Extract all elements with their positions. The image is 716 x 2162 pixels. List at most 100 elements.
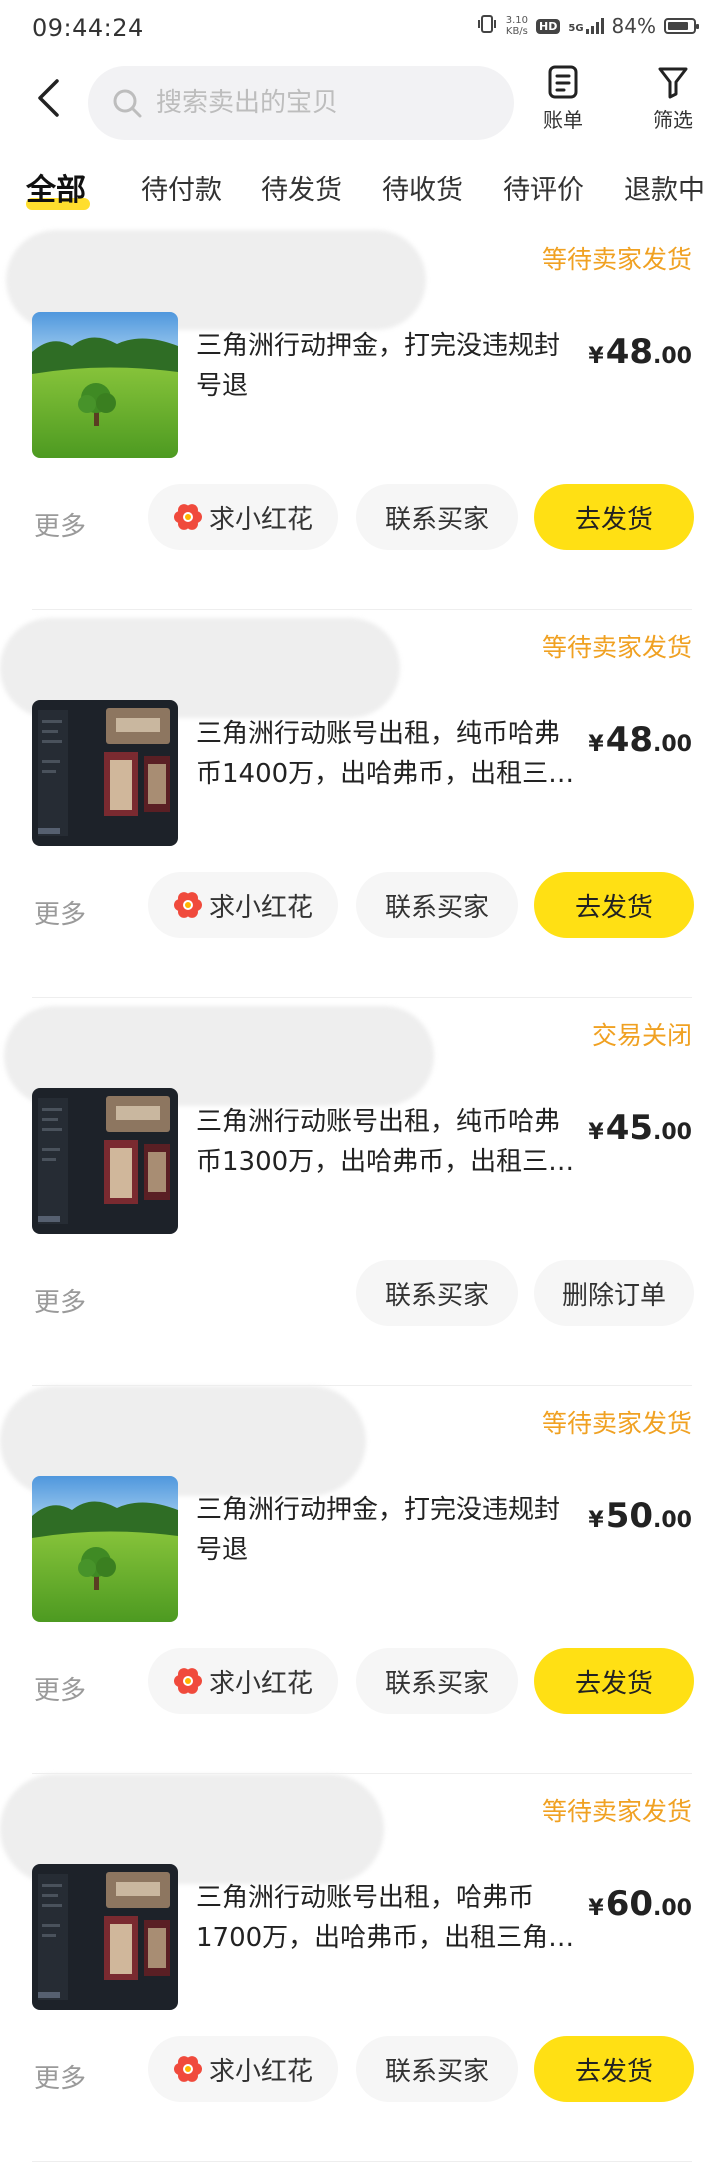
order-card[interactable]: 等待卖家发货 三角洲行动账号出租，哈弗币1700万，出哈弗币，出租三角洲行动账号… xyxy=(0,1774,716,2162)
price-currency: ¥ xyxy=(588,1120,604,1145)
net-speed: 3.10 KB/s xyxy=(506,15,528,37)
price-currency: ¥ xyxy=(588,1508,604,1533)
red-flower-icon xyxy=(173,1666,203,1696)
price-currency: ¥ xyxy=(588,1896,604,1921)
ship-button[interactable]: 去发货 xyxy=(534,484,694,550)
bill-label: 账单 xyxy=(543,108,583,132)
more-link[interactable]: 更多 xyxy=(34,506,86,543)
ask-red-flower-label: 求小红花 xyxy=(208,1668,313,1699)
hd-badge: HD xyxy=(536,18,561,34)
more-link[interactable]: 更多 xyxy=(34,1282,86,1319)
tab-all[interactable]: 全部 xyxy=(26,165,86,209)
battery-icon xyxy=(664,18,699,34)
price-decimal: .00 xyxy=(653,1896,692,1921)
contact-buyer-button[interactable]: 联系买家 xyxy=(356,872,518,938)
red-flower-icon xyxy=(173,890,203,920)
order-status: 等待卖家发货 xyxy=(541,1797,692,1826)
order-status: 等待卖家发货 xyxy=(541,633,692,662)
net-speed-value: 3.10 xyxy=(505,15,529,26)
item-price: ¥ 48 .00 xyxy=(588,720,692,760)
item-price: ¥ 60 .00 xyxy=(588,1884,692,1924)
price-decimal: .00 xyxy=(653,1120,692,1145)
status-icons: 3.10 KB/s HD 5G 84% xyxy=(476,14,699,38)
contact-buyer-button[interactable]: 联系买家 xyxy=(356,1260,518,1326)
order-tabs: 全部 待付款 待发货 待收货 待评价 退款中 xyxy=(0,160,716,216)
price-integer: 45 xyxy=(605,1108,654,1148)
price-integer: 60 xyxy=(605,1884,654,1924)
bill-icon xyxy=(548,65,578,99)
contact-buyer-button[interactable]: 联系买家 xyxy=(356,2036,518,2102)
network-type: 5G xyxy=(568,23,584,34)
battery-fill xyxy=(668,22,689,30)
price-integer: 48 xyxy=(605,332,654,372)
vibrate-icon xyxy=(476,14,498,38)
tab-refunding[interactable]: 退款中 xyxy=(624,168,705,207)
filter-button[interactable]: 筛选 xyxy=(638,64,708,133)
ship-button[interactable]: 去发货 xyxy=(534,872,694,938)
ask-red-flower-button[interactable]: 求小红花 xyxy=(148,2036,338,2102)
order-status: 交易关闭 xyxy=(591,1021,692,1050)
price-currency: ¥ xyxy=(588,732,604,757)
tab-pending-review[interactable]: 待评价 xyxy=(503,168,584,207)
ship-button[interactable]: 去发货 xyxy=(534,2036,694,2102)
item-price: ¥ 48 .00 xyxy=(588,332,692,372)
contact-buyer-button[interactable]: 联系买家 xyxy=(356,484,518,550)
price-integer: 50 xyxy=(605,1496,654,1536)
item-thumbnail[interactable] xyxy=(32,1864,178,2010)
item-title[interactable]: 三角洲行动账号出租，纯币哈弗币1400万，出哈弗币，出租三角洲行动账号 xyxy=(196,714,576,794)
header: 账单 筛选 xyxy=(0,58,716,150)
item-thumbnail[interactable] xyxy=(32,312,178,458)
price-decimal: .00 xyxy=(653,732,692,757)
item-thumbnail[interactable] xyxy=(32,700,178,846)
delete-order-button[interactable]: 删除订单 xyxy=(534,1260,694,1326)
tab-pending-shipment[interactable]: 待发货 xyxy=(261,168,342,207)
back-button[interactable] xyxy=(26,76,70,120)
ask-red-flower-label: 求小红花 xyxy=(208,892,313,923)
item-title[interactable]: 三角洲行动押金，打完没违规封号退 xyxy=(196,326,576,406)
price-integer: 48 xyxy=(605,720,654,760)
price-decimal: .00 xyxy=(653,344,692,369)
red-flower-icon xyxy=(173,2054,203,2084)
item-title[interactable]: 三角洲行动押金，打完没违规封号退 xyxy=(196,1490,576,1570)
bill-button[interactable]: 账单 xyxy=(528,64,598,133)
price-currency: ¥ xyxy=(588,344,604,369)
signal-indicator: 5G xyxy=(568,18,604,34)
search-box[interactable] xyxy=(88,66,514,140)
status-time: 09:44:24 xyxy=(32,14,144,42)
order-status: 等待卖家发货 xyxy=(541,245,692,274)
item-title[interactable]: 三角洲行动账号出租，哈弗币1700万，出哈弗币，出租三角洲行动账号 xyxy=(196,1878,576,1958)
ask-red-flower-label: 求小红花 xyxy=(208,504,313,535)
item-price: ¥ 45 .00 xyxy=(588,1108,692,1148)
back-arrow-icon xyxy=(38,79,59,117)
search-icon xyxy=(110,86,144,120)
ask-red-flower-label: 求小红花 xyxy=(208,2056,313,2087)
more-link[interactable]: 更多 xyxy=(34,2058,86,2095)
order-status: 等待卖家发货 xyxy=(541,1409,692,1438)
status-bar: 09:44:24 3.10 KB/s HD 5G 84% xyxy=(0,0,716,58)
item-thumbnail[interactable] xyxy=(32,1088,178,1234)
contact-buyer-button[interactable]: 联系买家 xyxy=(356,1648,518,1714)
price-decimal: .00 xyxy=(653,1508,692,1533)
ask-red-flower-button[interactable]: 求小红花 xyxy=(148,872,338,938)
ask-red-flower-button[interactable]: 求小红花 xyxy=(148,484,338,550)
net-speed-unit: KB/s xyxy=(505,26,528,37)
order-card[interactable]: 交易关闭 三角洲行动账号出租，纯币哈弗币1300万，出哈弗币，出租三角洲行动账号… xyxy=(0,998,716,1386)
filter-label: 筛选 xyxy=(653,108,693,132)
ship-button[interactable]: 去发货 xyxy=(534,1648,694,1714)
order-card[interactable]: 等待卖家发货 三角洲行动押金，打完没违规封号退 ¥ 50 .00 更多 求小红花… xyxy=(0,1386,716,1774)
order-card[interactable]: 等待卖家发货 三角洲行动押金，打完没违规封号退 ¥ 48 .00 更多 求小红花… xyxy=(0,222,716,610)
search-input[interactable] xyxy=(154,87,498,119)
more-link[interactable]: 更多 xyxy=(34,894,86,931)
order-card[interactable]: 等待卖家发货 三角洲行动账号出租，纯币哈弗币1400万，出哈弗币，出租三角洲行动… xyxy=(0,610,716,998)
item-thumbnail[interactable] xyxy=(32,1476,178,1622)
more-link[interactable]: 更多 xyxy=(34,1670,86,1707)
tab-pending-payment[interactable]: 待付款 xyxy=(141,168,222,207)
tab-pending-receipt[interactable]: 待收货 xyxy=(382,168,463,207)
filter-icon xyxy=(658,67,688,99)
signal-icon xyxy=(585,18,604,34)
item-price: ¥ 50 .00 xyxy=(588,1496,692,1536)
battery-percent: 84% xyxy=(611,14,656,38)
ask-red-flower-button[interactable]: 求小红花 xyxy=(148,1648,338,1714)
red-flower-icon xyxy=(173,502,203,532)
item-title[interactable]: 三角洲行动账号出租，纯币哈弗币1300万，出哈弗币，出租三角洲行动账号 xyxy=(196,1102,576,1182)
